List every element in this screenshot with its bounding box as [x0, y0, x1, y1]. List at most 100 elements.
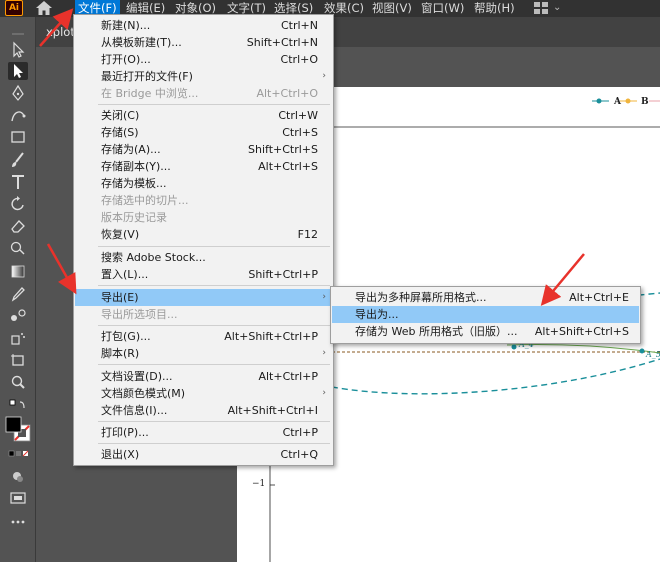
menu-item-shortcut: Ctrl+O	[280, 53, 318, 66]
menu-item-label: 打开(O)...	[101, 53, 151, 66]
menu-item-open-recent[interactable]: 最近打开的文件(F) ›	[75, 68, 332, 85]
draw-mode-icon[interactable]	[8, 467, 28, 485]
type-tool-icon[interactable]	[8, 173, 28, 191]
curvature-tool-icon[interactable]	[8, 106, 28, 124]
menu-item-save[interactable]: 存储(S) Ctrl+S	[75, 124, 332, 141]
menu-help[interactable]: 帮助(H)	[471, 0, 518, 17]
submenu-item-save-for-web[interactable]: 存储为 Web 所用格式（旧版）... Alt+Shift+Ctrl+S	[332, 323, 639, 340]
submenu-arrow-icon: ›	[322, 388, 326, 398]
home-icon[interactable]	[35, 0, 53, 16]
menu-item-label: 导出为...	[355, 308, 399, 321]
menu-item-shortcut: Shift+Ctrl+N	[246, 36, 318, 49]
menu-window[interactable]: 窗口(W)	[418, 0, 467, 17]
menu-item-label: 存储副本(Y)...	[101, 160, 171, 173]
menu-item-shortcut: Alt+Ctrl+S	[258, 160, 318, 173]
menu-item-label: 新建(N)...	[101, 19, 151, 32]
zoom-tool-icon[interactable]	[8, 373, 28, 391]
submenu-arrow-icon: ›	[322, 292, 326, 302]
shape-builder-tool-icon[interactable]	[8, 239, 28, 257]
more-tools-icon[interactable]	[8, 513, 28, 531]
export-submenu: 导出为多种屏幕所用格式... Alt+Ctrl+E 导出为... 存储为 Web …	[330, 286, 641, 344]
menu-separator	[98, 285, 330, 286]
menu-item-exit[interactable]: 退出(X) Ctrl+Q	[75, 446, 332, 463]
menu-item-label: 导出所选项目...	[101, 308, 178, 321]
submenu-item-export-as[interactable]: 导出为...	[332, 306, 639, 323]
menu-item-close[interactable]: 关闭(C) Ctrl+W	[75, 107, 332, 124]
menu-item-version-history: 版本历史记录	[75, 209, 332, 226]
rectangle-tool-icon[interactable]	[8, 128, 28, 146]
menu-item-label: 存储为(A)...	[101, 143, 161, 156]
menu-separator	[98, 421, 330, 422]
menu-item-label: 导出(E)	[101, 291, 139, 304]
point-a4-marker	[511, 344, 517, 350]
menu-item-shortcut: Ctrl+Q	[280, 448, 318, 461]
document-tab[interactable]: xplot	[46, 25, 75, 39]
menu-item-save-as[interactable]: 存储为(A)... Shift+Ctrl+S	[75, 141, 332, 158]
menu-item-shortcut: Alt+Shift+Ctrl+S	[534, 325, 629, 338]
pen-tool-icon[interactable]	[8, 84, 28, 102]
color-mode-icon[interactable]	[8, 445, 28, 463]
eraser-tool-icon[interactable]	[8, 217, 28, 235]
menu-item-label: 在 Bridge 中浏览...	[101, 87, 199, 100]
axis-tick-label: −1	[252, 479, 266, 489]
menu-item-label: 导出为多种屏幕所用格式...	[355, 291, 487, 304]
submenu-item-export-for-screens[interactable]: 导出为多种屏幕所用格式... Alt+Ctrl+E	[332, 289, 639, 306]
screen-mode-icon[interactable]	[8, 489, 28, 507]
legend-marker-a	[596, 98, 602, 104]
selection-tool-icon[interactable]	[8, 41, 28, 59]
menu-separator	[98, 104, 330, 105]
menu-item-save-copy[interactable]: 存储副本(Y)... Alt+Ctrl+S	[75, 158, 332, 175]
menu-item-new[interactable]: 新建(N)... Ctrl+N	[75, 17, 332, 34]
menu-item-label: 从模板新建(T)...	[101, 36, 182, 49]
menu-item-open[interactable]: 打开(O)... Ctrl+O	[75, 51, 332, 68]
menu-item-shortcut: Alt+Shift+Ctrl+P	[224, 330, 318, 343]
menu-item-print[interactable]: 打印(P)... Ctrl+P	[75, 424, 332, 441]
menu-item-label: 文档设置(D)...	[101, 370, 173, 383]
menu-item-export-selection: 导出所选项目...	[75, 306, 332, 323]
gradient-tool-icon[interactable]	[8, 262, 28, 280]
menu-item-shortcut: Alt+Shift+Ctrl+I	[227, 404, 318, 417]
menu-item-shortcut: Shift+Ctrl+S	[248, 143, 318, 156]
point-a5-marker	[639, 348, 645, 354]
fill-stroke-swatch[interactable]	[4, 415, 32, 443]
rotate-tool-icon[interactable]	[8, 195, 28, 213]
menu-item-shortcut: Ctrl+W	[278, 109, 318, 122]
menu-item-label: 脚本(R)	[101, 347, 140, 360]
menu-item-label: 关闭(C)	[101, 109, 140, 122]
menu-item-new-from-template[interactable]: 从模板新建(T)... Shift+Ctrl+N	[75, 34, 332, 51]
blend-tool-icon[interactable]	[8, 307, 28, 325]
menu-item-search-adobe-stock[interactable]: 搜索 Adobe Stock...	[75, 249, 332, 266]
menu-view[interactable]: 视图(V)	[369, 0, 415, 17]
legend-label-b: B	[641, 97, 649, 107]
menu-item-scripts[interactable]: 脚本(R) ›	[75, 345, 332, 362]
menu-item-document-setup[interactable]: 文档设置(D)... Alt+Ctrl+P	[75, 368, 332, 385]
menu-item-place[interactable]: 置入(L)... Shift+Ctrl+P	[75, 266, 332, 283]
menu-item-revert[interactable]: 恢复(V) F12	[75, 226, 332, 243]
symbol-sprayer-tool-icon[interactable]	[8, 329, 28, 347]
eyedropper-tool-icon[interactable]	[8, 285, 28, 303]
menu-separator	[98, 246, 330, 247]
swap-colors-icon[interactable]	[8, 398, 28, 416]
menu-item-document-color-mode[interactable]: 文档颜色模式(M) ›	[75, 385, 332, 402]
paintbrush-tool-icon[interactable]	[8, 151, 28, 169]
menu-item-file-info[interactable]: 文件信息(I)... Alt+Shift+Ctrl+I	[75, 402, 332, 419]
menu-item-package[interactable]: 打包(G)... Alt+Shift+Ctrl+P	[75, 328, 332, 345]
point-label-a5: A_5	[646, 350, 660, 359]
chevron-down-icon[interactable]: ⌄	[553, 0, 561, 16]
dashed-curve-lower	[331, 358, 660, 395]
menu-item-shortcut: F12	[297, 228, 318, 241]
menu-item-label: 存储为 Web 所用格式（旧版）...	[355, 325, 518, 338]
menu-item-save-as-template[interactable]: 存储为模板...	[75, 175, 332, 192]
menu-item-label: 置入(L)...	[101, 268, 149, 281]
menu-item-label: 文件信息(I)...	[101, 404, 168, 417]
direct-selection-tool-icon[interactable]	[8, 62, 28, 80]
workspace-grid-icon[interactable]	[534, 2, 548, 14]
submenu-arrow-icon: ›	[322, 348, 326, 358]
menu-item-export[interactable]: 导出(E) ›	[75, 289, 332, 306]
artboard-tool-icon[interactable]	[8, 351, 28, 369]
menu-item-label: 文档颜色模式(M)	[101, 387, 186, 400]
menu-item-label: 最近打开的文件(F)	[101, 70, 193, 83]
legend-label-a: A	[614, 97, 621, 107]
menu-item-browse-bridge: 在 Bridge 中浏览... Alt+Ctrl+O	[75, 85, 332, 102]
menu-item-label: 打印(P)...	[101, 426, 149, 439]
